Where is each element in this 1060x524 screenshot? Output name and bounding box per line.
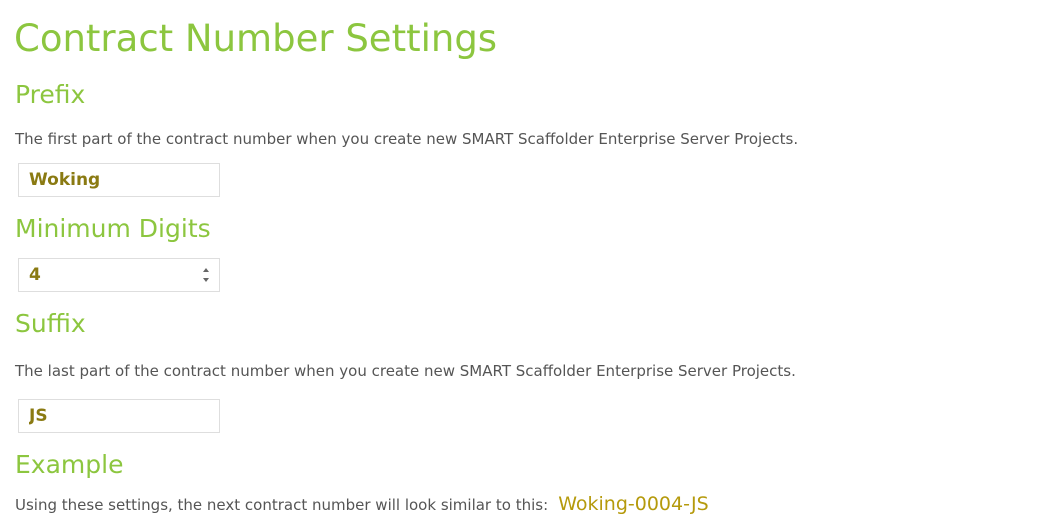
- example-description: Using these settings, the next contract …: [15, 496, 549, 514]
- example-heading: Example: [15, 450, 124, 479]
- minimum-digits-heading: Minimum Digits: [15, 214, 211, 243]
- chevron-down-icon: [203, 278, 209, 282]
- prefix-heading: Prefix: [15, 80, 86, 109]
- suffix-description: The last part of the contract number whe…: [15, 362, 796, 380]
- minimum-digits-value: 4: [29, 265, 41, 285]
- suffix-heading: Suffix: [15, 309, 86, 338]
- page-title: Contract Number Settings: [14, 17, 498, 60]
- increment-button[interactable]: [199, 265, 213, 275]
- example-contract-number: Woking-0004-JS: [558, 493, 709, 515]
- minimum-digits-stepper[interactable]: 4: [18, 258, 220, 292]
- suffix-input[interactable]: [18, 399, 220, 433]
- example-line: Using these settings, the next contract …: [15, 493, 709, 515]
- decrement-button[interactable]: [199, 275, 213, 285]
- chevron-up-icon: [203, 268, 209, 272]
- prefix-input[interactable]: [18, 163, 220, 197]
- prefix-description: The first part of the contract number wh…: [15, 130, 799, 148]
